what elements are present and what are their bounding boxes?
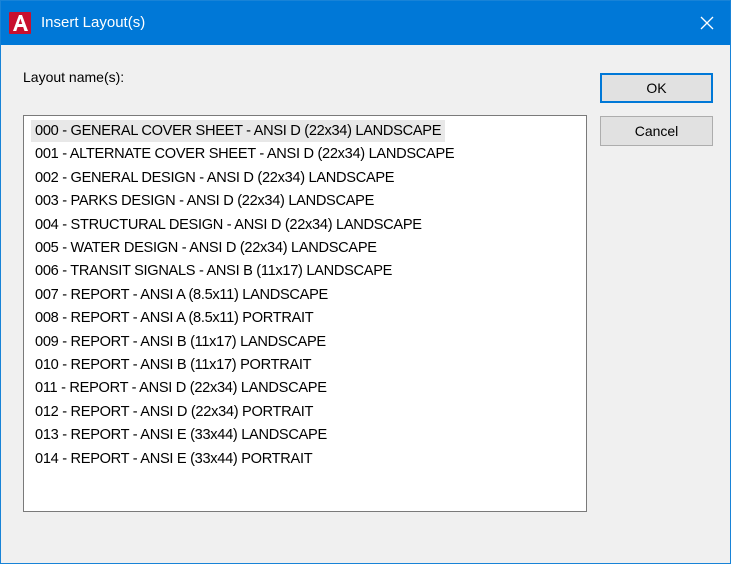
close-icon — [700, 16, 714, 30]
layout-list-item[interactable]: 010 - REPORT - ANSI B (11x17) PORTRAIT — [31, 354, 315, 376]
window-title: Insert Layout(s) — [41, 14, 146, 31]
close-button[interactable] — [684, 1, 730, 45]
ok-button[interactable]: OK — [600, 73, 713, 103]
title-bar[interactable]: Insert Layout(s) — [1, 1, 730, 45]
layout-list-item[interactable]: 007 - REPORT - ANSI A (8.5x11) LANDSCAPE — [31, 284, 332, 306]
insert-layout-dialog: Insert Layout(s) Layout name(s): 000 - G… — [0, 0, 731, 564]
layout-list-item[interactable]: 006 - TRANSIT SIGNALS - ANSI B (11x17) L… — [31, 260, 396, 282]
layout-list-item[interactable]: 008 - REPORT - ANSI A (8.5x11) PORTRAIT — [31, 307, 317, 329]
layout-list-item[interactable]: 009 - REPORT - ANSI B (11x17) LANDSCAPE — [31, 331, 330, 353]
layout-list-item[interactable]: 004 - STRUCTURAL DESIGN - ANSI D (22x34)… — [31, 214, 426, 236]
layout-list-item[interactable]: 011 - REPORT - ANSI D (22x34) LANDSCAPE — [31, 377, 331, 399]
layout-list-item[interactable]: 002 - GENERAL DESIGN - ANSI D (22x34) LA… — [31, 167, 398, 189]
layout-list-item[interactable]: 001 - ALTERNATE COVER SHEET - ANSI D (22… — [31, 143, 458, 165]
layout-listbox[interactable]: 000 - GENERAL COVER SHEET - ANSI D (22x3… — [23, 115, 587, 512]
layout-list-item[interactable]: 012 - REPORT - ANSI D (22x34) PORTRAIT — [31, 401, 317, 423]
layout-list-item[interactable]: 014 - REPORT - ANSI E (33x44) PORTRAIT — [31, 448, 316, 470]
layout-list-item[interactable]: 003 - PARKS DESIGN - ANSI D (22x34) LAND… — [31, 190, 378, 212]
layout-list-item[interactable]: 000 - GENERAL COVER SHEET - ANSI D (22x3… — [31, 120, 446, 142]
autocad-a-icon — [9, 12, 31, 34]
cancel-button[interactable]: Cancel — [600, 116, 713, 146]
layout-list-item[interactable]: 013 - REPORT - ANSI E (33x44) LANDSCAPE — [31, 424, 331, 446]
layout-list-item[interactable]: 005 - WATER DESIGN - ANSI D (22x34) LAND… — [31, 237, 381, 259]
layout-names-label: Layout name(s): — [23, 69, 125, 85]
